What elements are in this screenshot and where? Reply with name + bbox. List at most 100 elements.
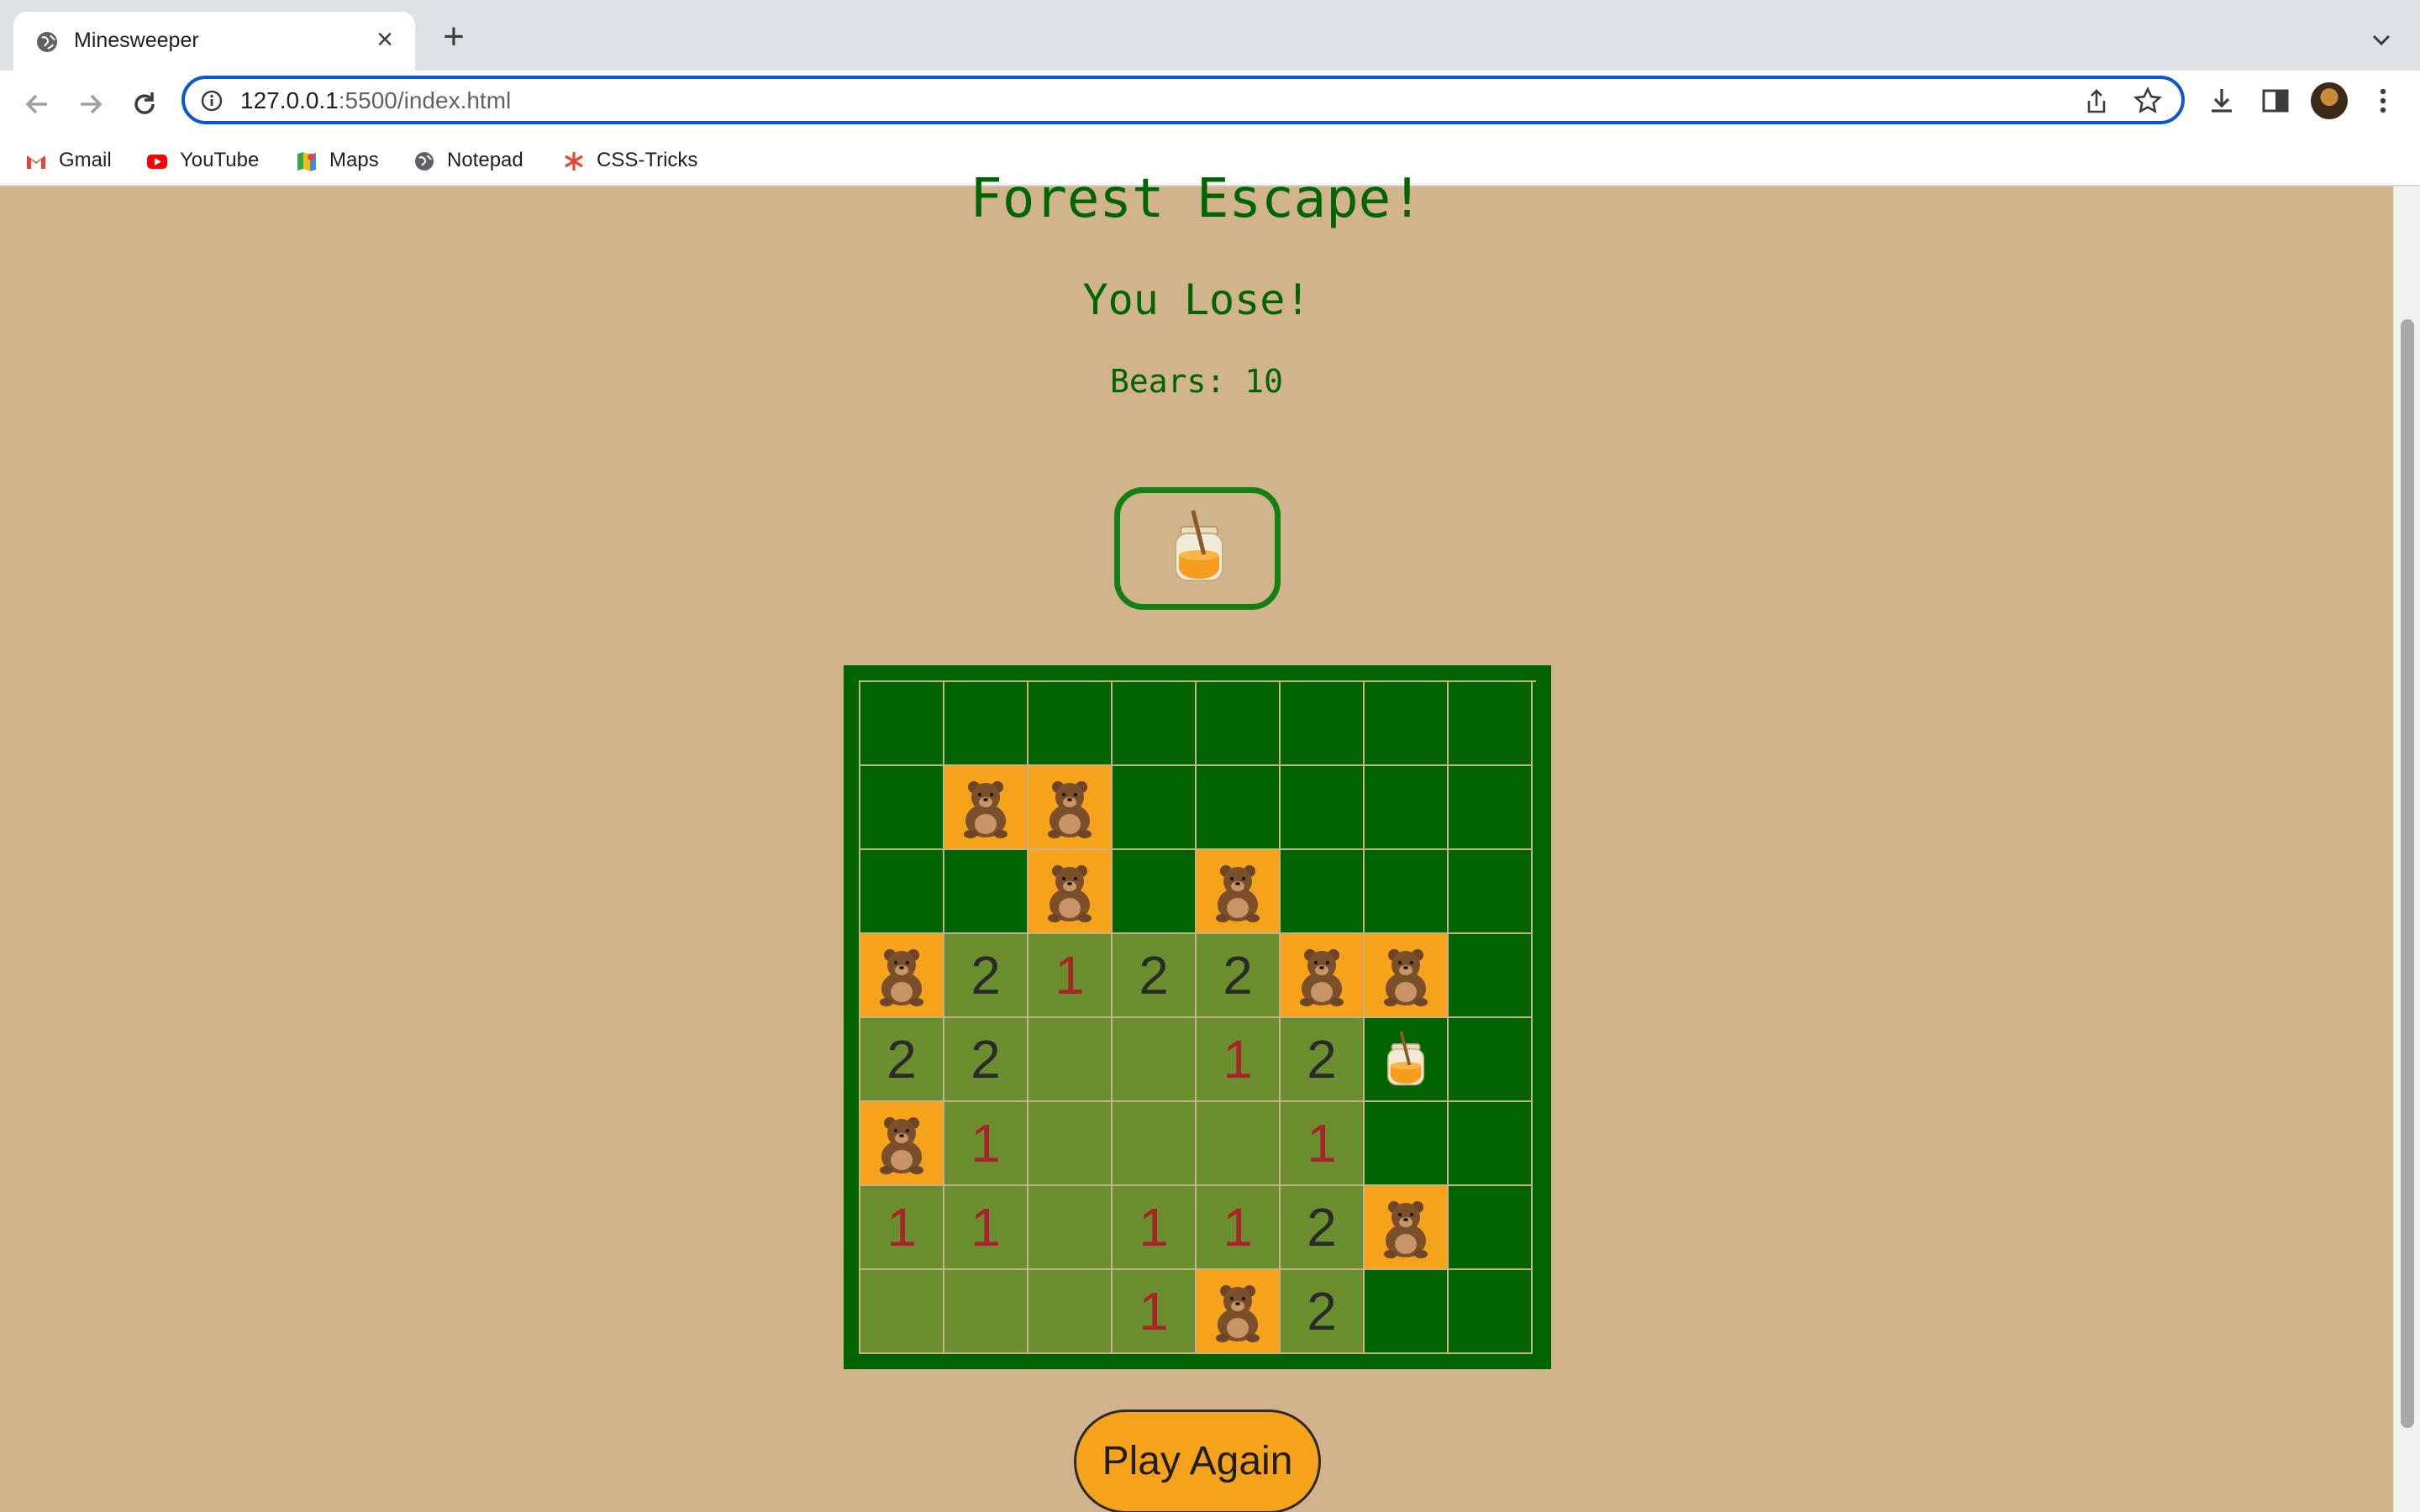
cell-number: 1 xyxy=(1139,1281,1169,1341)
board-cell[interactable]: 2 xyxy=(944,934,1028,1018)
board-cell[interactable] xyxy=(1028,1018,1113,1102)
board-cell[interactable] xyxy=(860,1270,944,1354)
cell-number: 1 xyxy=(1223,1197,1253,1257)
bear-icon xyxy=(1384,949,1428,1006)
tab-minesweeper[interactable]: Minesweeper × xyxy=(13,12,415,71)
board-cell[interactable] xyxy=(1113,1018,1197,1102)
board-cell[interactable] xyxy=(1281,682,1365,766)
board-cell[interactable] xyxy=(1449,766,1533,850)
play-again-button[interactable]: Play Again xyxy=(1074,1410,1321,1512)
bear-counter-value: 10 xyxy=(1244,363,1283,400)
board-cell[interactable] xyxy=(944,682,1028,766)
board-cell[interactable]: 2 xyxy=(1197,934,1281,1018)
board-cell[interactable] xyxy=(1197,682,1281,766)
board-cell[interactable]: 2 xyxy=(944,1018,1028,1102)
info-icon[interactable] xyxy=(200,89,224,113)
board-cell[interactable]: 2 xyxy=(1281,1186,1365,1270)
reset-face-button[interactable] xyxy=(1114,487,1281,610)
menu-kebab-icon[interactable] xyxy=(2366,84,2400,118)
board-cell[interactable]: 2 xyxy=(1113,934,1197,1018)
bear-icon xyxy=(1048,781,1092,838)
board-cell[interactable] xyxy=(1197,766,1281,850)
board-cell[interactable]: 2 xyxy=(860,1018,944,1102)
profile-avatar[interactable] xyxy=(2311,82,2348,119)
board-cell[interactable] xyxy=(1113,766,1197,850)
board-cell[interactable] xyxy=(1365,682,1449,766)
board-cell[interactable]: 1 xyxy=(944,1186,1028,1270)
board-cell[interactable]: 1 xyxy=(1113,1186,1197,1270)
cell-number: 2 xyxy=(1307,1281,1337,1341)
board-cell[interactable] xyxy=(1449,1102,1533,1186)
share-icon[interactable] xyxy=(2082,87,2111,116)
game-board: 21222212111111212 xyxy=(844,665,1551,1369)
game-status: You Lose! xyxy=(1082,276,1311,324)
cell-number: 1 xyxy=(1139,1197,1169,1257)
forward-arrow-icon[interactable] xyxy=(72,86,109,123)
board-cell[interactable] xyxy=(860,682,944,766)
board-cell[interactable]: 1 xyxy=(1028,934,1113,1018)
chevron-down-icon[interactable] xyxy=(2366,25,2396,55)
board-cell[interactable] xyxy=(944,766,1028,850)
board-cell[interactable]: 1 xyxy=(1281,1102,1365,1186)
board-cell[interactable] xyxy=(1281,766,1365,850)
bookmark-star-icon[interactable] xyxy=(2133,86,2163,116)
board-cell[interactable] xyxy=(860,850,944,934)
board-cell[interactable]: 2 xyxy=(1281,1270,1365,1354)
address-bar[interactable]: 127.0.0.1:5500/index.html xyxy=(182,76,2185,124)
board-cell[interactable] xyxy=(1281,934,1365,1018)
back-arrow-icon[interactable] xyxy=(18,86,55,123)
board-cell[interactable] xyxy=(1449,1270,1533,1354)
board-cell[interactable] xyxy=(1281,850,1365,934)
scrollbar-thumb[interactable] xyxy=(2401,319,2414,1428)
board-cell[interactable] xyxy=(1197,1102,1281,1186)
board-cell[interactable] xyxy=(1028,850,1113,934)
board-cell[interactable] xyxy=(1113,682,1197,766)
new-tab-button[interactable]: + xyxy=(435,18,472,57)
cell-number: 2 xyxy=(886,1029,917,1089)
board-cell[interactable] xyxy=(1113,1102,1197,1186)
board-cell[interactable]: 1 xyxy=(1197,1186,1281,1270)
cell-number: 2 xyxy=(1139,945,1169,1005)
board-cell[interactable] xyxy=(1365,934,1449,1018)
board-cell[interactable]: 1 xyxy=(1113,1270,1197,1354)
board-cell[interactable] xyxy=(1197,1270,1281,1354)
board-cell[interactable] xyxy=(1197,850,1281,934)
bear-icon xyxy=(1216,1285,1260,1342)
board-cell[interactable] xyxy=(860,766,944,850)
board-cell[interactable] xyxy=(1365,1102,1449,1186)
board-cell[interactable] xyxy=(1113,850,1197,934)
board-cell[interactable] xyxy=(1365,1186,1449,1270)
board-cell[interactable] xyxy=(1365,1270,1449,1354)
board-cell[interactable] xyxy=(1449,1186,1533,1270)
board-cell[interactable] xyxy=(1365,766,1449,850)
close-tab-icon[interactable]: × xyxy=(370,25,400,55)
tab-strip: Minesweeper × + xyxy=(0,0,2420,71)
board-cell[interactable]: 1 xyxy=(860,1186,944,1270)
board-cell[interactable] xyxy=(1028,682,1113,766)
download-icon[interactable] xyxy=(2205,84,2238,118)
board-cell[interactable]: 1 xyxy=(1197,1018,1281,1102)
side-panel-icon[interactable] xyxy=(2259,84,2292,118)
board-cell[interactable] xyxy=(860,934,944,1018)
globe-icon xyxy=(37,32,57,52)
cell-number: 1 xyxy=(971,1197,1001,1257)
board-cell[interactable]: 2 xyxy=(1281,1018,1365,1102)
bear-icon xyxy=(1300,949,1344,1006)
board-cell[interactable] xyxy=(944,1270,1028,1354)
board-cell[interactable] xyxy=(1365,850,1449,934)
board-cell[interactable] xyxy=(1028,766,1113,850)
board-cell[interactable] xyxy=(1449,934,1533,1018)
board-cell[interactable] xyxy=(1028,1186,1113,1270)
board-cell[interactable] xyxy=(860,1102,944,1186)
board-cell[interactable] xyxy=(1449,850,1533,934)
vertical-scrollbar[interactable] xyxy=(2393,186,2420,1512)
board-cell[interactable] xyxy=(1028,1270,1113,1354)
board-cell[interactable] xyxy=(1449,682,1533,766)
reload-icon[interactable] xyxy=(126,86,163,123)
board-cell[interactable] xyxy=(1449,1018,1533,1102)
board-cell[interactable]: 1 xyxy=(944,1102,1028,1186)
board-cell[interactable] xyxy=(1028,1102,1113,1186)
url-text[interactable]: 127.0.0.1:5500/index.html xyxy=(240,87,511,114)
board-cell[interactable] xyxy=(1365,1018,1449,1102)
board-cell[interactable] xyxy=(944,850,1028,934)
